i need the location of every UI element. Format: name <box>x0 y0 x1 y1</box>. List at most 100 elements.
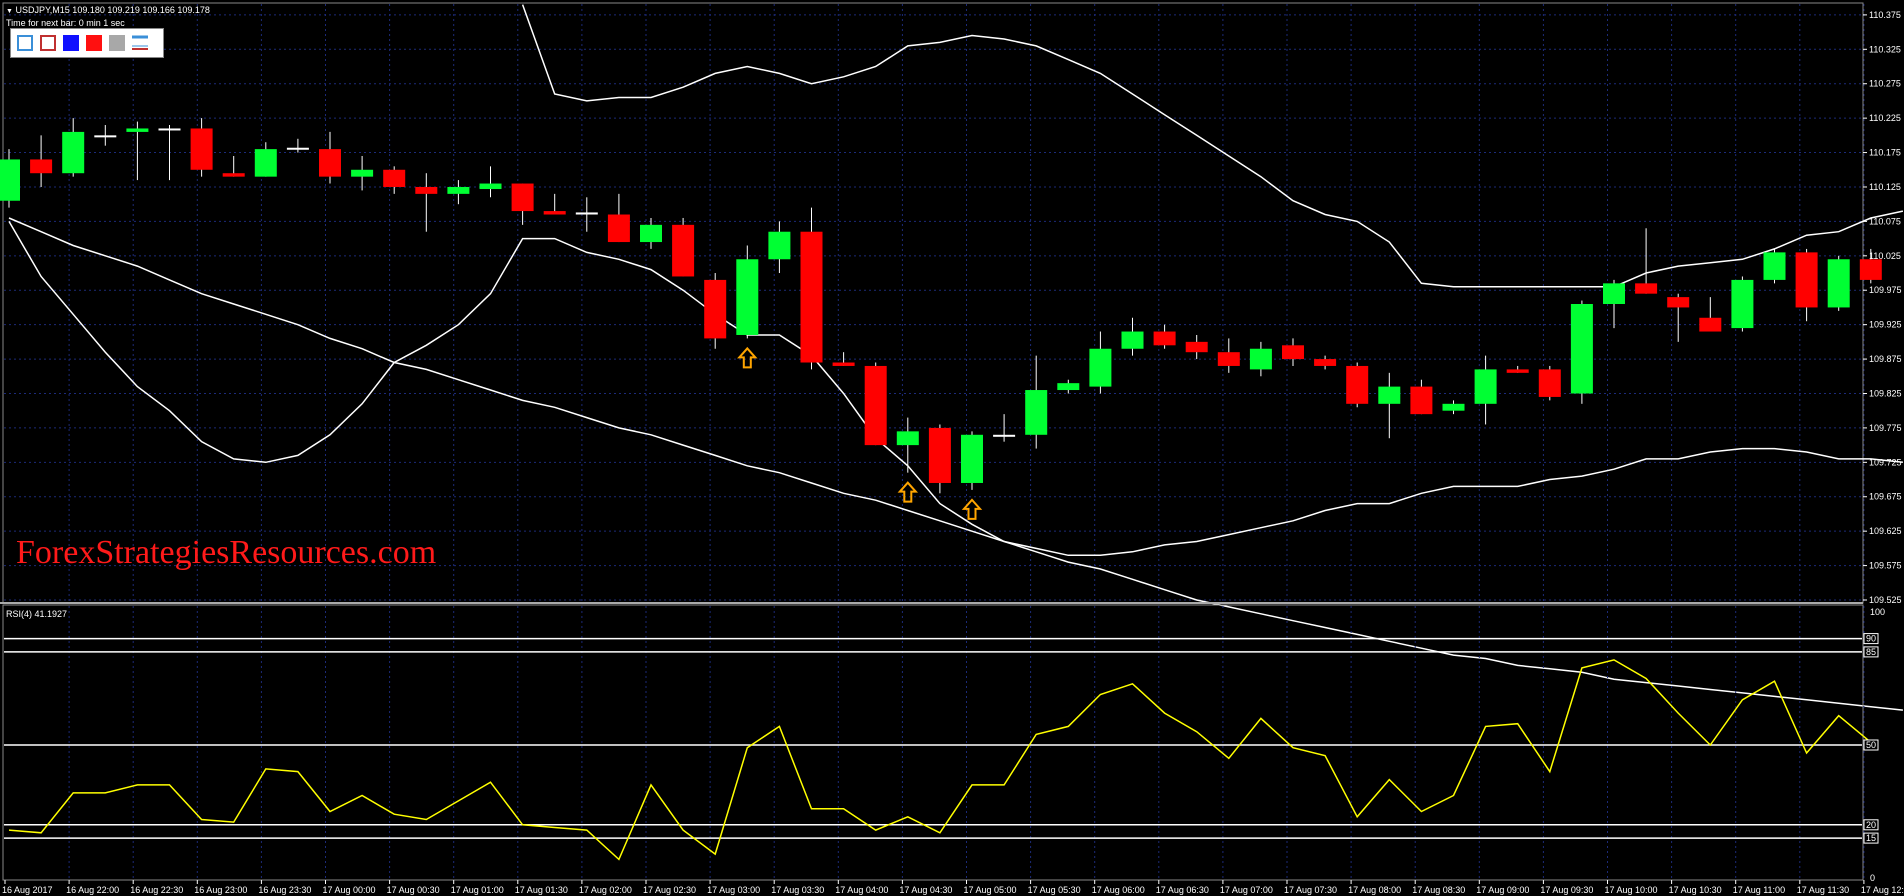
candle-body <box>1667 297 1690 308</box>
candle-body <box>1795 252 1818 308</box>
candle-body <box>1185 341 1208 353</box>
candle-body <box>447 186 470 194</box>
time-tick-label: 17 Aug 04:30 <box>899 885 952 895</box>
time-tick-label: 17 Aug 06:00 <box>1092 885 1145 895</box>
candle <box>864 362 887 446</box>
lines-swatch-icon[interactable] <box>130 33 150 53</box>
candle-body <box>640 224 662 243</box>
time-tick-label: 17 Aug 00:00 <box>323 885 376 895</box>
candle <box>351 156 374 191</box>
candle-body <box>415 186 438 194</box>
candle <box>704 273 727 349</box>
candle-body <box>1057 383 1080 391</box>
candle <box>1827 255 1850 311</box>
price-tick-label: 110.175 <box>1869 148 1901 158</box>
candle-body <box>286 147 309 150</box>
rsi-level-label: 15 <box>1866 833 1876 843</box>
time-tick-label: 17 Aug 07:30 <box>1284 885 1337 895</box>
time-tick-label: 17 Aug 10:00 <box>1605 885 1658 895</box>
candle <box>1249 341 1272 377</box>
symbol-header: ▼ USDJPY,M15 109.180 109.219 109.166 109… <box>6 5 210 15</box>
bollinger-upper-line <box>521 4 1904 288</box>
bollinger-bands <box>8 4 1904 711</box>
rsi-level-label: 85 <box>1866 647 1876 657</box>
candle-body <box>607 214 630 243</box>
time-tick-label: 17 Aug 03:00 <box>707 885 760 895</box>
candle-body <box>768 231 791 260</box>
bearish-outline-swatch-icon[interactable] <box>38 33 58 53</box>
time-tick-label: 16 Aug 23:00 <box>194 885 247 895</box>
candle <box>640 217 662 249</box>
candle-body <box>479 183 502 190</box>
time-tick-label: 17 Aug 05:00 <box>964 885 1017 895</box>
candle-body <box>1153 331 1176 346</box>
price-tick-label: 110.225 <box>1869 113 1901 123</box>
candle <box>1731 276 1754 332</box>
candle <box>190 118 213 177</box>
bullish-outline-swatch-icon[interactable] <box>15 33 35 53</box>
time-tick-label: 17 Aug 08:30 <box>1412 885 1465 895</box>
candle-body <box>1346 365 1369 404</box>
candle <box>479 166 502 198</box>
candle-body <box>254 149 277 177</box>
rsi-level-label: 20 <box>1866 820 1876 830</box>
time-tick-label: 17 Aug 10:30 <box>1669 885 1722 895</box>
candle <box>126 121 149 181</box>
candle-body <box>832 362 855 366</box>
candle <box>383 166 406 194</box>
gray-swatch-icon[interactable] <box>107 33 127 53</box>
candle-body <box>1603 283 1625 304</box>
time-tick-label: 16 Aug 22:00 <box>66 885 119 895</box>
candle-body <box>126 128 149 132</box>
rsi-label: RSI(4) 41.1927 <box>6 609 68 619</box>
candle <box>1025 355 1048 449</box>
watermark: ForexStrategiesResources.com <box>16 534 437 571</box>
candle-body <box>543 211 566 215</box>
time-tick-label: 17 Aug 02:30 <box>643 885 696 895</box>
symbol-line: USDJPY,M15 109.180 109.219 109.166 109.1… <box>15 5 210 15</box>
candle-body <box>993 434 1016 437</box>
candle-body <box>319 149 341 177</box>
candle-body <box>1282 345 1304 360</box>
candle <box>1763 248 1786 284</box>
candle <box>1442 400 1465 415</box>
candle-body <box>864 365 887 446</box>
rsi-series-line <box>8 659 1872 861</box>
red-swatch-icon[interactable] <box>84 33 104 53</box>
candle-body <box>896 431 919 446</box>
main-chart-frame <box>2 2 1864 604</box>
price-tick-label: 110.375 <box>1869 10 1901 20</box>
price-tick-label: 109.975 <box>1869 285 1902 295</box>
price-axis: 110.375 110.325 110.275 110.225 110.175 110.1… <box>1863 10 1902 605</box>
candle-body <box>1570 304 1593 394</box>
candle <box>62 118 85 177</box>
price-tick-label: 110.025 <box>1869 251 1901 261</box>
price-tick-label: 109.625 <box>1869 526 1902 536</box>
candle <box>158 125 181 181</box>
time-tick-label: 17 Aug 01:30 <box>515 885 568 895</box>
candle <box>1378 372 1401 439</box>
candle <box>768 221 791 274</box>
candle-body <box>383 169 406 187</box>
candle <box>1089 331 1112 394</box>
candle <box>1699 297 1722 332</box>
blue-swatch-icon[interactable] <box>61 33 81 53</box>
price-tick-label: 109.725 <box>1869 457 1902 467</box>
time-tick-label: 17 Aug 04:00 <box>835 885 888 895</box>
candle-body <box>62 131 85 174</box>
buy-arrow-icon <box>961 498 983 520</box>
candle-body <box>1763 252 1786 280</box>
candle-body <box>1635 283 1658 294</box>
price-tick-label: 110.325 <box>1869 44 1901 54</box>
candle <box>1121 317 1144 356</box>
candle <box>1410 379 1433 415</box>
bar-timer: Time for next bar: 0 min 1 sec <box>6 18 125 28</box>
candle-body <box>1538 369 1561 397</box>
price-tick-label: 109.525 <box>1869 595 1902 605</box>
rsi-level-label: 50 <box>1866 740 1876 750</box>
candle <box>94 125 117 146</box>
price-tick-label: 110.125 <box>1869 182 1901 192</box>
candle-body <box>1827 259 1850 308</box>
dropdown-triangle-icon[interactable]: ▼ <box>6 8 13 15</box>
rsi-axis: 100 90 85 50 20 15 0 <box>1863 607 1885 883</box>
